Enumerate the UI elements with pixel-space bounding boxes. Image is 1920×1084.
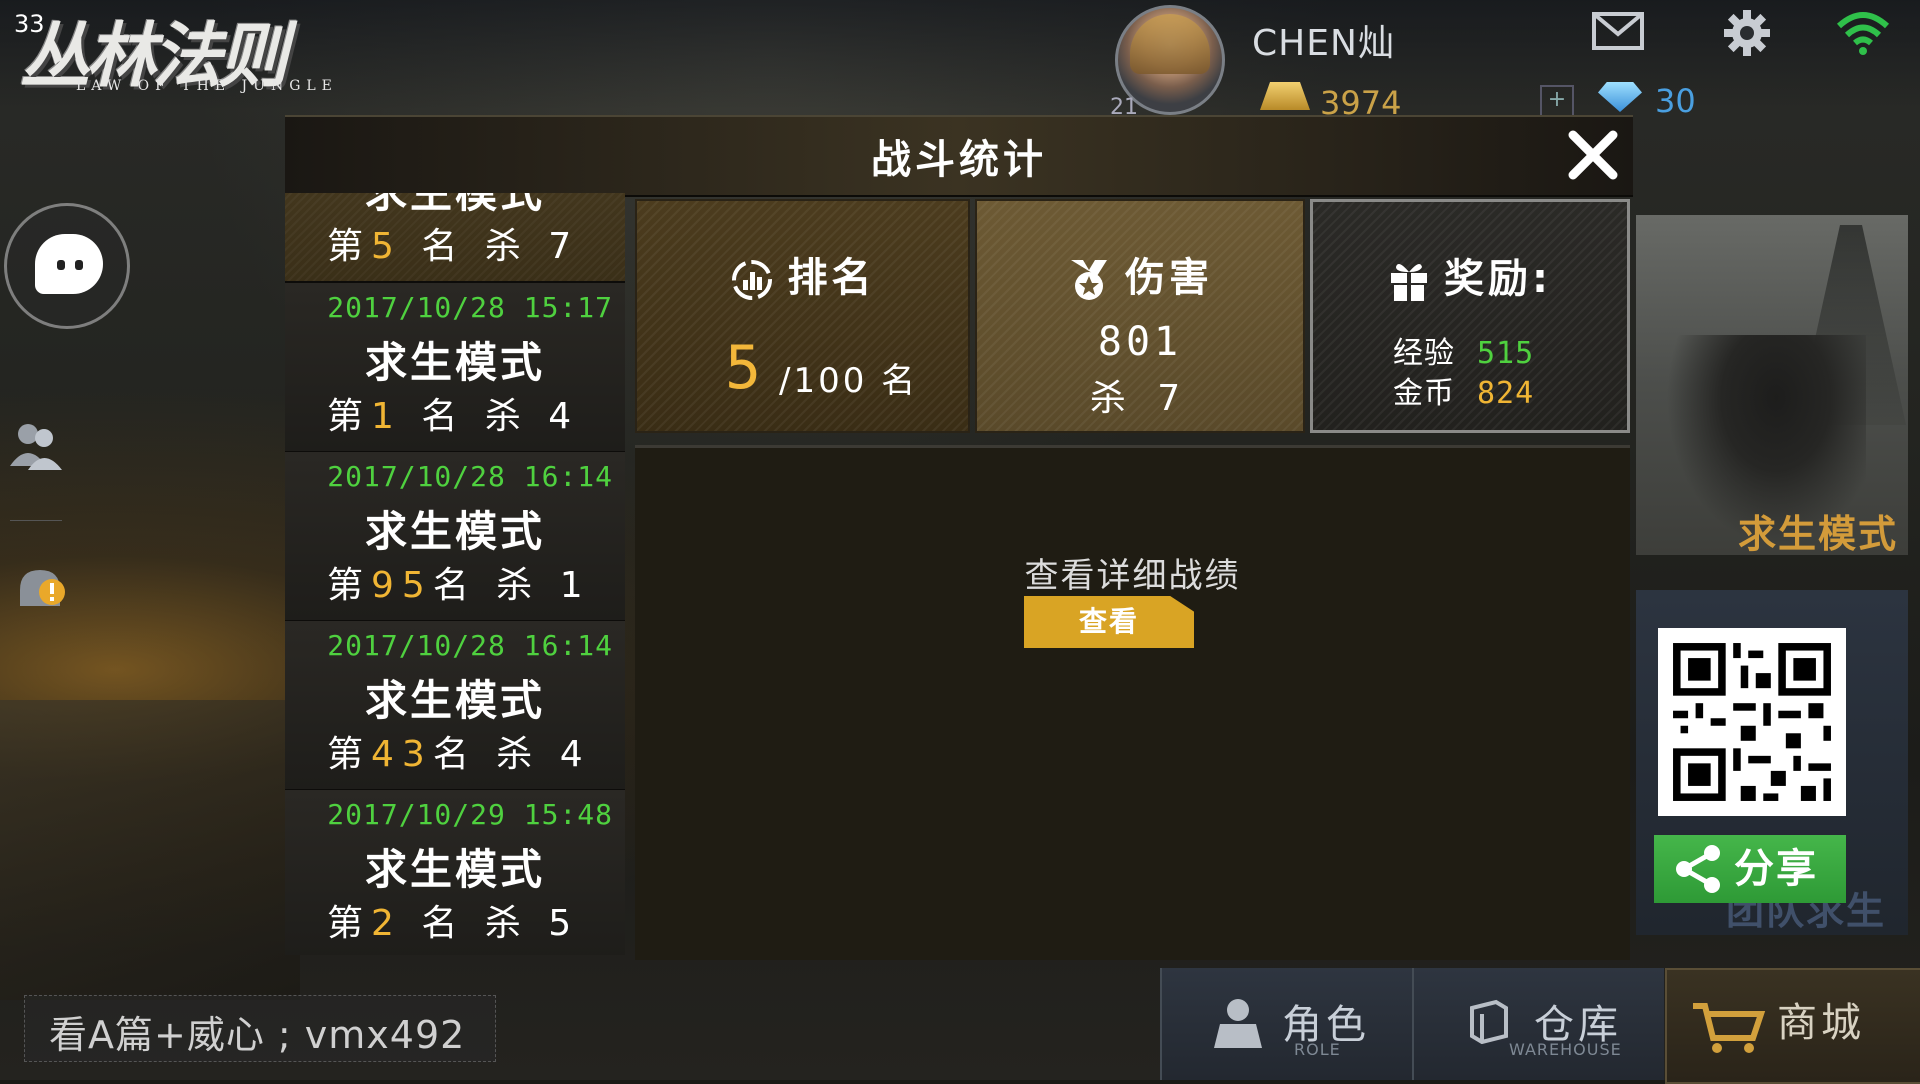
dialog-header: 战斗统计: [285, 115, 1633, 197]
qr-code: [1658, 628, 1846, 816]
mode-label: 求生模式: [1737, 512, 1898, 556]
overlay-text: 看A篇+威心 ; vmx492: [49, 1013, 466, 1057]
history-date: 2017/10/29 15:48: [327, 798, 613, 831]
diamond-amount: 30: [1655, 82, 1696, 120]
rank-card-header: 排名: [637, 245, 968, 303]
detail-label: 查看详细战绩: [1024, 556, 1241, 596]
history-rank: 第2 名 杀 5: [327, 903, 580, 944]
survival-mode-card[interactable]: 求生模式: [1636, 215, 1908, 556]
share-button[interactable]: 分享: [1654, 835, 1846, 903]
share-icon: [1676, 845, 1720, 893]
rank-card: 排名 5 /100 名: [635, 199, 970, 433]
view-details-button[interactable]: 查看: [1024, 596, 1194, 648]
cart-icon: [1693, 1003, 1766, 1053]
history-date: 2017/10/28 16:14: [327, 460, 613, 493]
warehouse-icon: [1470, 999, 1508, 1044]
chat-button[interactable]: [4, 203, 130, 329]
gift-icon: [1391, 263, 1427, 301]
history-mode: 求生模式: [364, 845, 545, 894]
damage-card: 伤害 801 杀 7: [975, 199, 1305, 433]
history-rank: 第95名 杀 1: [327, 565, 591, 606]
username: CHEN灿: [1252, 23, 1395, 64]
damage-value: 801: [1097, 319, 1183, 365]
overlay-text-box: 看A篇+威心 ; vmx492: [24, 995, 496, 1062]
history-date: 2017/10/28 16:14: [327, 629, 613, 662]
gold-icon: [1260, 82, 1310, 110]
rank-total: /100 名: [779, 361, 919, 401]
wifi-icon: [1836, 12, 1890, 55]
history-rank: 第1 名 杀 4: [327, 396, 580, 437]
left-divider: [10, 520, 62, 521]
logo-subtitle: LAW OF THE JUNGLE: [76, 78, 338, 94]
nav-role-button[interactable]: 角色 ROLE: [1160, 968, 1412, 1080]
right-panel: 求生模式 团队求生 分享: [1636, 215, 1908, 935]
chat-icon: [35, 234, 103, 294]
gear-icon[interactable]: [1722, 8, 1772, 58]
stat-cards: 排名 5 /100 名 伤害 801 杀 7 奖励: 经验 515 金币 824: [635, 199, 1630, 437]
reward-gold: 金币 824: [1393, 376, 1535, 411]
rank-value: 5: [725, 333, 762, 403]
history-item[interactable]: 2017/10/28 15:17 求生模式 第1 名 杀 4: [285, 283, 625, 453]
add-currency-icon[interactable]: +: [1540, 85, 1574, 117]
bottom-nav: 角色 ROLE 仓库 WAREHOUSE 商城: [1160, 968, 1920, 1084]
nav-shop-label: 商城: [1777, 1000, 1865, 1046]
history-rank: 第5 名 杀 7: [327, 226, 580, 267]
friends-icon[interactable]: [8, 420, 64, 472]
reward-card-header: 奖励:: [1313, 246, 1627, 304]
nav-shop-button[interactable]: 商城: [1665, 968, 1920, 1084]
share-label: 分享: [1734, 846, 1818, 892]
reward-card: 奖励: 经验 515 金币 824: [1310, 199, 1630, 433]
dialog-title: 战斗统计: [871, 137, 1047, 183]
history-rank: 第43名 杀 4: [327, 734, 591, 775]
damage-kills: 杀 7: [1089, 378, 1191, 419]
nav-warehouse-sub: WAREHOUSE: [1509, 1040, 1622, 1059]
diamond-icon: [1598, 82, 1642, 112]
history-item-selected[interactable]: 求生模式 第5 名 杀 7: [285, 193, 625, 283]
player-profile: 21 CHEN灿 3974 + 30: [1110, 0, 1920, 122]
history-mode: 求生模式: [364, 338, 545, 387]
history-item[interactable]: 2017/10/28 16:14 求生模式 第43名 杀 4: [285, 621, 625, 791]
damage-card-header: 伤害: [977, 245, 1303, 303]
medal-icon: [1071, 260, 1107, 300]
game-logo: 丛林法则 LAW OF THE JUNGLE: [8, 0, 348, 100]
history-mode: 求生模式: [285, 193, 625, 220]
nav-role-sub: ROLE: [1294, 1040, 1341, 1059]
history-mode: 求生模式: [364, 676, 545, 725]
battle-history-list[interactable]: 求生模式 第5 名 杀 7 2017/10/28 15:17 求生模式 第1 名…: [285, 193, 625, 955]
close-icon[interactable]: [1565, 127, 1621, 183]
history-date: 2017/10/28 15:17: [327, 291, 613, 324]
background-desk: [0, 700, 300, 1000]
history-item[interactable]: 2017/10/28 16:14 求生模式 第95名 杀 1: [285, 452, 625, 622]
battle-stats-dialog: 战斗统计 求生模式 第5 名 杀 7 2017/10/28 15:17 求生模式…: [285, 115, 1633, 962]
role-icon: [1214, 999, 1262, 1048]
nav-warehouse-button[interactable]: 仓库 WAREHOUSE: [1412, 968, 1664, 1080]
detail-area: 查看详细战绩 查看: [635, 445, 1630, 960]
history-item[interactable]: 2017/10/29 15:48 求生模式 第2 名 杀 5: [285, 790, 625, 955]
reward-exp: 经验 515: [1393, 336, 1535, 371]
notification-icon[interactable]: [12, 560, 68, 616]
mail-icon[interactable]: [1592, 12, 1644, 50]
history-mode: 求生模式: [364, 507, 545, 556]
rank-icon: [731, 260, 772, 300]
